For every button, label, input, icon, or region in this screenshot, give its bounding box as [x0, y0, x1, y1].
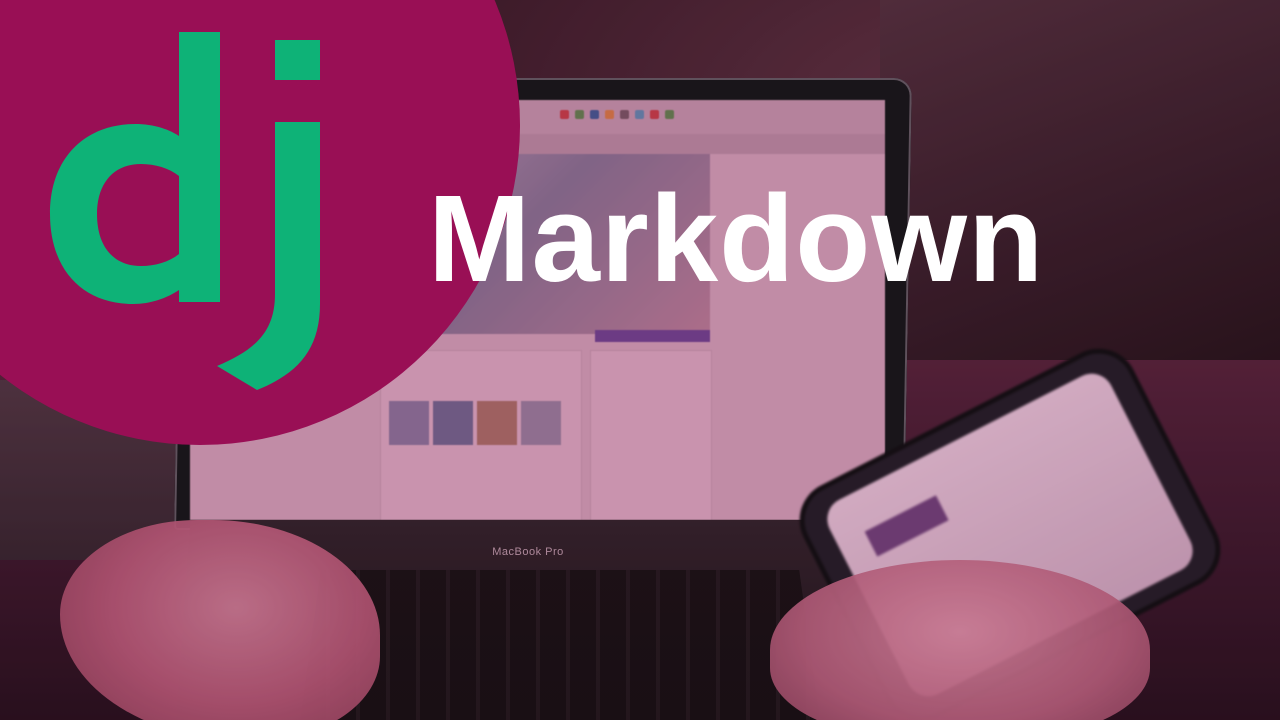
thumbnail: MacBook Pro Markdown — [0, 0, 1280, 720]
django-dj-icon — [50, 32, 320, 390]
page-title: Markdown — [428, 171, 1045, 308]
